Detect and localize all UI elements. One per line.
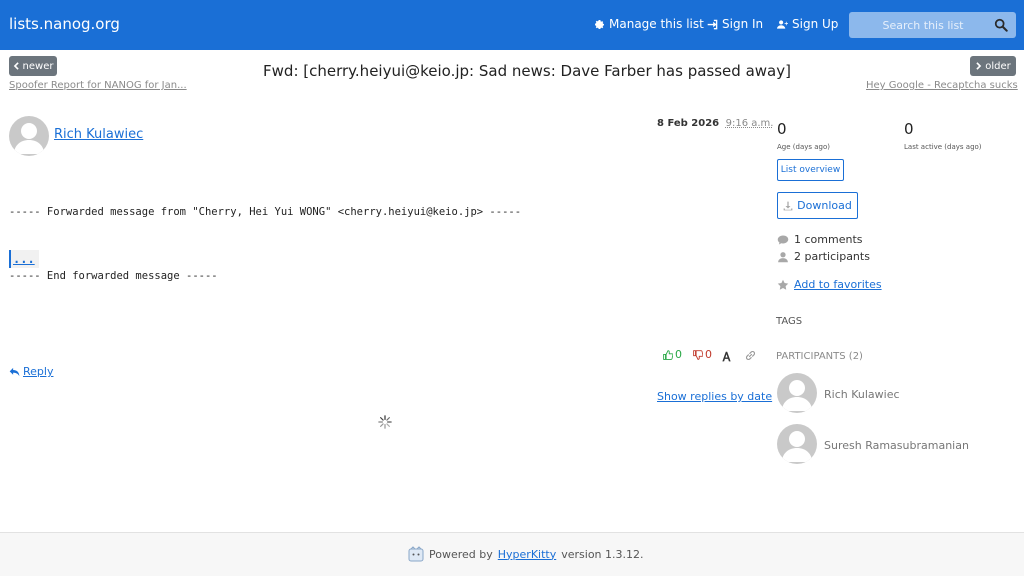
comments-count: 1 comments: [777, 233, 863, 246]
sign-up-link[interactable]: Sign Up: [777, 17, 838, 31]
participant-avatar: [777, 373, 817, 413]
gear-icon: [595, 19, 604, 29]
sign-in-label: Sign In: [722, 17, 764, 31]
permalink-icon[interactable]: [745, 350, 756, 361]
comment-icon: [777, 235, 789, 244]
message-date-text: 8 Feb 2026: [657, 118, 720, 129]
age-label: Age (days ago): [777, 143, 830, 151]
older-button[interactable]: older: [970, 56, 1016, 76]
comments-text: 1 comments: [794, 233, 863, 246]
author-link[interactable]: Rich Kulawiec: [54, 127, 143, 142]
star-icon: [777, 279, 789, 290]
participants-heading: PARTICIPANTS (2): [776, 351, 863, 362]
search-input[interactable]: [849, 12, 989, 38]
add-favorites[interactable]: Add to favorites: [777, 278, 882, 291]
dislike-button[interactable]: 0: [693, 348, 712, 361]
user-plus-icon: [777, 19, 788, 29]
sign-up-label: Sign Up: [792, 17, 839, 31]
manage-list-label: Manage this list: [609, 17, 704, 31]
participants-text: 2 participants: [794, 250, 870, 263]
older-thread-link[interactable]: Hey Google - Recaptcha sucks: [866, 80, 1018, 91]
search-box: [849, 12, 1016, 38]
message-date: 8 Feb 2026 9:16 a.m.: [657, 118, 773, 129]
last-active-label: Last active (days ago): [904, 143, 982, 151]
download-label: Download: [797, 199, 852, 212]
participant-name: Suresh Ramasubramanian: [824, 439, 969, 452]
thumbs-down-icon: [693, 349, 703, 360]
font-size-icon[interactable]: [721, 351, 732, 362]
newer-label: newer: [22, 60, 54, 72]
site-brand[interactable]: lists.nanog.org: [9, 15, 120, 33]
like-count: 0: [675, 348, 682, 361]
version-text: version 1.3.12.: [561, 547, 644, 561]
sign-in-link[interactable]: Sign In: [707, 17, 763, 31]
last-active-value: 0: [904, 120, 914, 138]
user-silhouette-icon: [14, 123, 44, 154]
forward-start-line: ----- Forwarded message from "Cherry, He…: [9, 206, 522, 218]
hyperkitty-link[interactable]: HyperKitty: [498, 548, 556, 561]
hyperkitty-logo-icon: [408, 546, 424, 562]
manage-list-link[interactable]: Manage this list: [594, 17, 704, 31]
chevron-left-icon: [13, 62, 19, 70]
message-time: 9:16 a.m.: [725, 118, 774, 129]
like-button[interactable]: 0: [663, 348, 682, 361]
download-button[interactable]: Download: [777, 192, 858, 219]
participant-name: Rich Kulawiec: [824, 388, 900, 401]
participants-count: 2 participants: [777, 250, 870, 263]
reply-label: Reply: [23, 365, 54, 378]
quoted-text-toggle[interactable]: ...: [9, 250, 39, 268]
loading-spinner-icon: [378, 415, 392, 429]
search-icon[interactable]: [994, 18, 1008, 32]
footer-credits: Powered by HyperKitty version 1.3.12.: [408, 546, 644, 562]
older-label: older: [985, 60, 1011, 72]
avatar: [9, 116, 49, 156]
reply-icon: [9, 367, 20, 376]
forward-end-line: ----- End forwarded message -----: [9, 270, 218, 282]
participant-avatar: [777, 424, 817, 464]
show-replies-link[interactable]: Show replies by date: [657, 390, 772, 403]
newer-button[interactable]: newer: [9, 56, 57, 76]
list-overview-button[interactable]: List overview: [777, 159, 844, 181]
list-overview-label: List overview: [780, 165, 841, 175]
sign-in-icon: [707, 19, 718, 29]
powered-by-text: Powered by: [429, 547, 493, 561]
user-icon: [778, 251, 788, 262]
add-favorites-link[interactable]: Add to favorites: [794, 278, 882, 291]
user-silhouette-icon: [782, 431, 812, 462]
thread-title: Fwd: [cherry.heiyui@keio.jp: Sad news: D…: [263, 62, 791, 80]
dislike-count: 0: [705, 348, 712, 361]
tags-heading: TAGS: [776, 316, 803, 327]
thumbs-up-icon: [663, 349, 673, 360]
footer: Powered by HyperKitty version 1.3.12.: [0, 532, 1024, 576]
user-silhouette-icon: [782, 380, 812, 411]
newer-thread-link[interactable]: Spoofer Report for NANOG for Jan...: [9, 80, 187, 91]
reply-link[interactable]: Reply: [9, 365, 53, 378]
age-value: 0: [777, 120, 787, 138]
download-icon: [783, 201, 793, 210]
chevron-right-icon: [976, 62, 982, 70]
navbar: lists.nanog.org Manage this list Sign In…: [0, 0, 1024, 50]
